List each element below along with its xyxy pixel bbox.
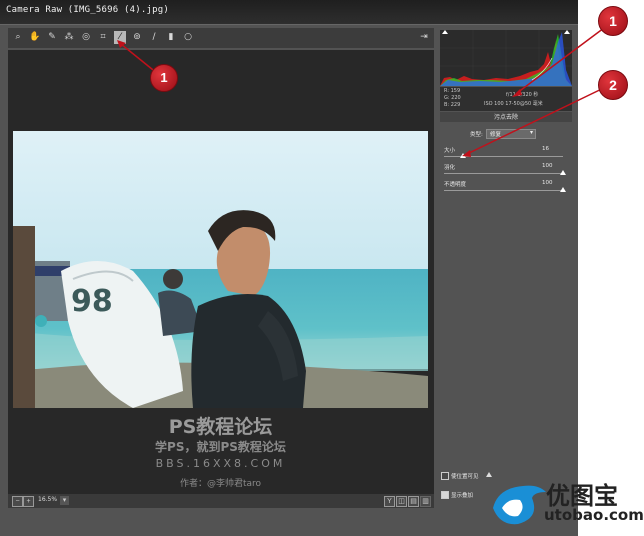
histogram <box>440 30 572 86</box>
exposure-info: f/11 1/320 秒 <box>506 92 539 98</box>
title-bar: Camera Raw (IMG_5696 (4).jpg) <box>0 0 578 25</box>
preview-status-bar: − + 16.5% ▾ Y ◫ ▤ ▥ <box>8 494 434 508</box>
radial-filter-tool-icon[interactable]: ○ <box>182 31 194 44</box>
feather-slider-track[interactable] <box>444 173 563 174</box>
opacity-value[interactable]: 100 <box>542 180 553 186</box>
svg-text:98: 98 <box>71 284 113 319</box>
size-slider-thumb[interactable] <box>460 153 467 158</box>
type-dropdown[interactable]: 修复 ▾ <box>486 129 536 139</box>
type-value: 修复 <box>490 132 502 138</box>
chevron-down-icon: ▾ <box>529 130 533 136</box>
feather-slider-thumb[interactable] <box>560 170 566 175</box>
feather-value[interactable]: 100 <box>542 163 553 169</box>
rgb-g: G: 220 <box>444 95 461 101</box>
zoom-in-button[interactable]: + <box>23 496 34 507</box>
hand-tool-icon[interactable]: ✋ <box>29 31 41 44</box>
logo-en-text: utobao.com <box>544 506 644 524</box>
marker-1b-text: 1 <box>609 13 617 29</box>
marker-2-text: 2 <box>609 77 617 93</box>
zoom-level[interactable]: 16.5% <box>38 496 57 503</box>
show-overlay-label: 显示叠加 <box>451 493 474 499</box>
watermark-author: 作者：@李帅君taro <box>179 479 262 489</box>
before-after-swap-button[interactable]: ◫ <box>396 496 407 507</box>
size-label: 大小 <box>444 148 456 154</box>
spot-removal-tool-icon[interactable]: ⁄ <box>114 31 126 44</box>
annotation-marker-2: 2 <box>598 70 628 100</box>
feather-label: 羽化 <box>444 165 456 171</box>
visualize-spots-label: 使位置可见 <box>451 474 479 480</box>
color-sampler-tool-icon[interactable]: ⁂ <box>63 31 75 44</box>
highlight-clipping-icon[interactable] <box>564 30 570 34</box>
shadow-clipping-icon[interactable] <box>442 30 448 34</box>
annotation-marker-1b: 1 <box>598 6 628 36</box>
crop-tool-icon[interactable]: ⌗ <box>97 31 109 44</box>
adjustment-brush-tool-icon[interactable]: ∕ <box>148 31 160 44</box>
photo-preview: 98 <box>13 131 428 408</box>
site-logo: 优图宝 utobao.com <box>488 470 644 536</box>
lens-info: ISO 100 17-50@50 毫米 <box>484 101 543 107</box>
watermark-subtitle: 学PS，就到PS教程论坛 <box>155 440 286 454</box>
targeted-adjustment-tool-icon[interactable]: ◎ <box>80 31 92 44</box>
red-eye-tool-icon[interactable]: ⊚ <box>131 31 143 44</box>
white-balance-tool-icon[interactable]: ✎ <box>46 31 58 44</box>
marker-1a-text: 1 <box>160 70 168 85</box>
window-title: Camera Raw (IMG_5696 (4).jpg) <box>6 5 169 15</box>
panel-title: 污点去除 <box>440 112 572 122</box>
show-overlay-checkbox[interactable] <box>441 491 449 499</box>
zoom-dropdown-icon[interactable]: ▾ <box>60 496 69 505</box>
type-label: 类型: <box>470 132 483 138</box>
rgb-b: B: 229 <box>444 102 461 108</box>
image-info: R: 159 G: 220 B: 229 f/11 1/320 秒 ISO 10… <box>440 87 572 111</box>
tools-toolbar: ⌕ ✋ ✎ ⁂ ◎ ⌗ ⁄ ⊚ ∕ ▮ ○ <box>8 28 434 48</box>
opacity-label: 不透明度 <box>444 182 467 188</box>
before-after-y-button[interactable]: Y <box>384 496 395 507</box>
before-after-copy-button[interactable]: ▤ <box>408 496 419 507</box>
bird-logo-icon <box>493 485 546 525</box>
size-value[interactable]: 16 <box>542 146 549 152</box>
opacity-slider-track[interactable] <box>444 190 563 191</box>
visualize-spots-checkbox[interactable] <box>441 472 449 480</box>
watermark-url: BBS.16XX8.COM <box>155 457 286 470</box>
zoom-tool-icon[interactable]: ⌕ <box>12 31 24 44</box>
open-preferences-icon[interactable]: ⇥ <box>418 31 430 44</box>
rgb-r: R: 159 <box>444 88 461 94</box>
zoom-out-button[interactable]: − <box>12 496 23 507</box>
watermark-title: PS教程论坛 <box>168 416 273 438</box>
opacity-slider-thumb[interactable] <box>560 187 566 192</box>
preview-toggle-button[interactable]: ▥ <box>420 496 431 507</box>
annotation-marker-1a: 1 <box>150 64 178 92</box>
graduated-filter-tool-icon[interactable]: ▮ <box>165 31 177 44</box>
